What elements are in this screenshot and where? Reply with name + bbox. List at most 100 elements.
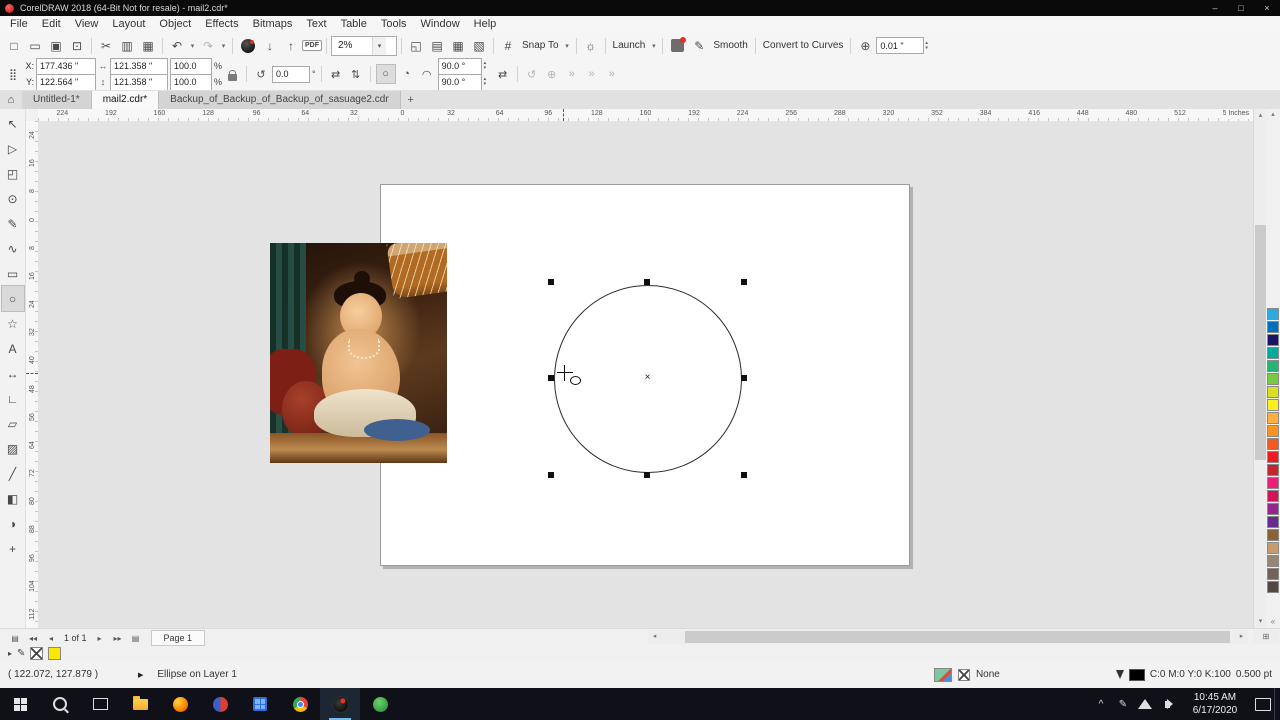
drawing-canvas[interactable]: × <box>38 121 1253 628</box>
export-icon[interactable]: ↑ <box>281 36 301 56</box>
publish-pdf-icon[interactable]: PDF <box>302 40 322 51</box>
new-document-icon[interactable]: □ <box>4 36 24 56</box>
redo-icon[interactable]: ↷ <box>198 36 218 56</box>
firefox-button[interactable] <box>160 688 200 720</box>
ellipse-tool[interactable]: ○ <box>0 285 25 312</box>
end-angle-spinner[interactable]: ▴ ▾ <box>484 77 492 87</box>
selection-handle[interactable] <box>644 279 650 285</box>
color-swatch[interactable] <box>1267 386 1279 398</box>
object-width-input[interactable] <box>110 57 168 75</box>
eyedropper-icon[interactable]: ✎ <box>17 648 25 659</box>
color-swatch[interactable] <box>1267 334 1279 346</box>
undo-dropdown-icon[interactable]: ▾ <box>188 36 197 56</box>
position-grid-icon[interactable]: ⣿ <box>4 65 22 83</box>
color-swatch[interactable] <box>1267 399 1279 411</box>
color-swatch[interactable] <box>1267 555 1279 567</box>
show-grid-icon[interactable]: ▦ <box>448 36 468 56</box>
selection-handle[interactable] <box>548 279 554 285</box>
menu-item[interactable]: Bitmaps <box>246 16 300 33</box>
palette-flyout-icon[interactable]: « <box>1266 617 1280 626</box>
smooth-pencil-icon[interactable]: ✎ <box>689 36 709 56</box>
whats-new-icon[interactable] <box>671 37 687 52</box>
nudge-distance-input[interactable] <box>876 37 925 54</box>
ellipse-mode-button[interactable]: ○ <box>375 64 396 84</box>
chrome-button[interactable] <box>280 688 320 720</box>
smooth-label[interactable]: Smooth <box>710 40 750 51</box>
connector-tool[interactable]: ∟ <box>2 386 24 411</box>
menu-item[interactable]: View <box>68 16 106 33</box>
selection-handle[interactable] <box>741 375 747 381</box>
color-swatch[interactable] <box>1267 516 1279 528</box>
scroll-left-icon[interactable]: ◂ <box>648 630 661 644</box>
photopaint-button[interactable] <box>360 688 400 720</box>
menu-item[interactable]: Tools <box>374 16 414 33</box>
color-eyedropper-tool[interactable]: ╱ <box>2 461 24 486</box>
interactive-fill-tool[interactable]: ◧ <box>2 486 24 511</box>
color-swatch[interactable] <box>1267 321 1279 333</box>
save-icon[interactable]: ▣ <box>46 36 66 56</box>
transparency-tool[interactable]: ▨ <box>2 436 24 461</box>
arc-mode-button[interactable]: ◠ <box>418 65 436 83</box>
show-guidelines-icon[interactable]: ▧ <box>469 36 489 56</box>
document-tab[interactable]: Backup_of_Backup_of_Backup_of_sasuage2.c… <box>159 91 401 109</box>
rotation-angle-input[interactable] <box>272 65 311 83</box>
color-swatch[interactable] <box>1267 451 1279 463</box>
color-swatch[interactable] <box>1267 360 1279 372</box>
artistic-media-tool[interactable]: ∿ <box>2 236 24 261</box>
redo-dropdown-icon[interactable]: ▾ <box>219 36 228 56</box>
play-arrow-icon[interactable]: ▶ <box>138 671 143 679</box>
previous-page-icon[interactable]: ◂ <box>42 634 60 643</box>
object-x-input[interactable] <box>36 57 96 75</box>
launch-label[interactable]: Launch <box>610 40 649 51</box>
text-tool[interactable]: A <box>2 336 24 361</box>
overflow-chevron-icon[interactable]: » <box>563 65 581 83</box>
lock-ratio-icon[interactable] <box>228 69 238 81</box>
launch-dropdown-icon[interactable]: ▾ <box>649 36 658 56</box>
menu-item[interactable]: Layout <box>105 16 152 33</box>
flyout-arrow-icon[interactable]: ▸ <box>8 649 12 658</box>
volume-icon[interactable] <box>1156 688 1178 720</box>
mirror-horizontal-icon[interactable]: ⇄ <box>327 65 345 83</box>
color-swatch[interactable] <box>1267 542 1279 554</box>
pie-mode-button[interactable]: ◔ <box>398 65 416 83</box>
add-page-icon[interactable]: ▤ <box>127 634 145 643</box>
object-y-input[interactable] <box>36 73 96 91</box>
color-swatch[interactable] <box>1267 529 1279 541</box>
color-swatch[interactable] <box>1267 425 1279 437</box>
color-swatch[interactable] <box>1267 464 1279 476</box>
color-swatch[interactable] <box>1267 503 1279 515</box>
menu-item[interactable]: Window <box>414 16 467 33</box>
tray-pen-icon[interactable]: ✎ <box>1112 688 1134 720</box>
crop-tool[interactable]: ◰ <box>2 161 24 186</box>
page-menu-icon[interactable]: ▤ <box>6 634 24 643</box>
pick-tool[interactable]: ↖ <box>2 111 24 136</box>
last-page-icon[interactable]: ▸▸ <box>109 634 127 643</box>
placed-image-krishna[interactable] <box>270 243 447 463</box>
horizontal-scrollbar[interactable]: ◂ ▸ <box>648 630 1248 644</box>
next-page-icon[interactable]: ▸ <box>91 634 109 643</box>
maximize-button[interactable]: □ <box>1228 0 1254 16</box>
copy-icon[interactable]: ▥ <box>117 36 137 56</box>
menu-item[interactable]: Help <box>467 16 504 33</box>
chevron-down-icon[interactable]: ▾ <box>372 36 386 55</box>
home-icon[interactable]: ⌂ <box>0 91 22 109</box>
rectangle-tool[interactable]: ▭ <box>2 261 24 286</box>
selection-handle[interactable] <box>741 279 747 285</box>
vertical-scrollbar[interactable]: ▴ ▾ <box>1253 109 1267 628</box>
toolbox-customize-button[interactable]: + <box>2 536 24 561</box>
scale-x-input[interactable] <box>170 57 212 75</box>
snap-to-dropdown-icon[interactable]: ▾ <box>563 36 572 56</box>
freehand-tool[interactable]: ✎ <box>2 211 24 236</box>
zoom-tool[interactable]: ⊙ <box>2 186 24 211</box>
object-height-input[interactable] <box>110 73 168 91</box>
polygon-tool[interactable]: ☆ <box>2 311 24 336</box>
corel-ball-icon[interactable] <box>241 38 255 53</box>
menu-item[interactable]: Effects <box>198 16 245 33</box>
vertical-scroll-thumb[interactable] <box>1255 225 1266 460</box>
new-tab-button[interactable]: + <box>401 91 421 109</box>
cut-icon[interactable]: ✂ <box>96 36 116 56</box>
taskbar-clock[interactable]: 10:45 AM 6/17/2020 <box>1178 691 1252 717</box>
document-navigator-icon[interactable]: ⊞ <box>1253 630 1279 644</box>
open-icon[interactable]: ▭ <box>25 36 45 56</box>
page-tab[interactable]: Page 1 <box>150 630 206 646</box>
